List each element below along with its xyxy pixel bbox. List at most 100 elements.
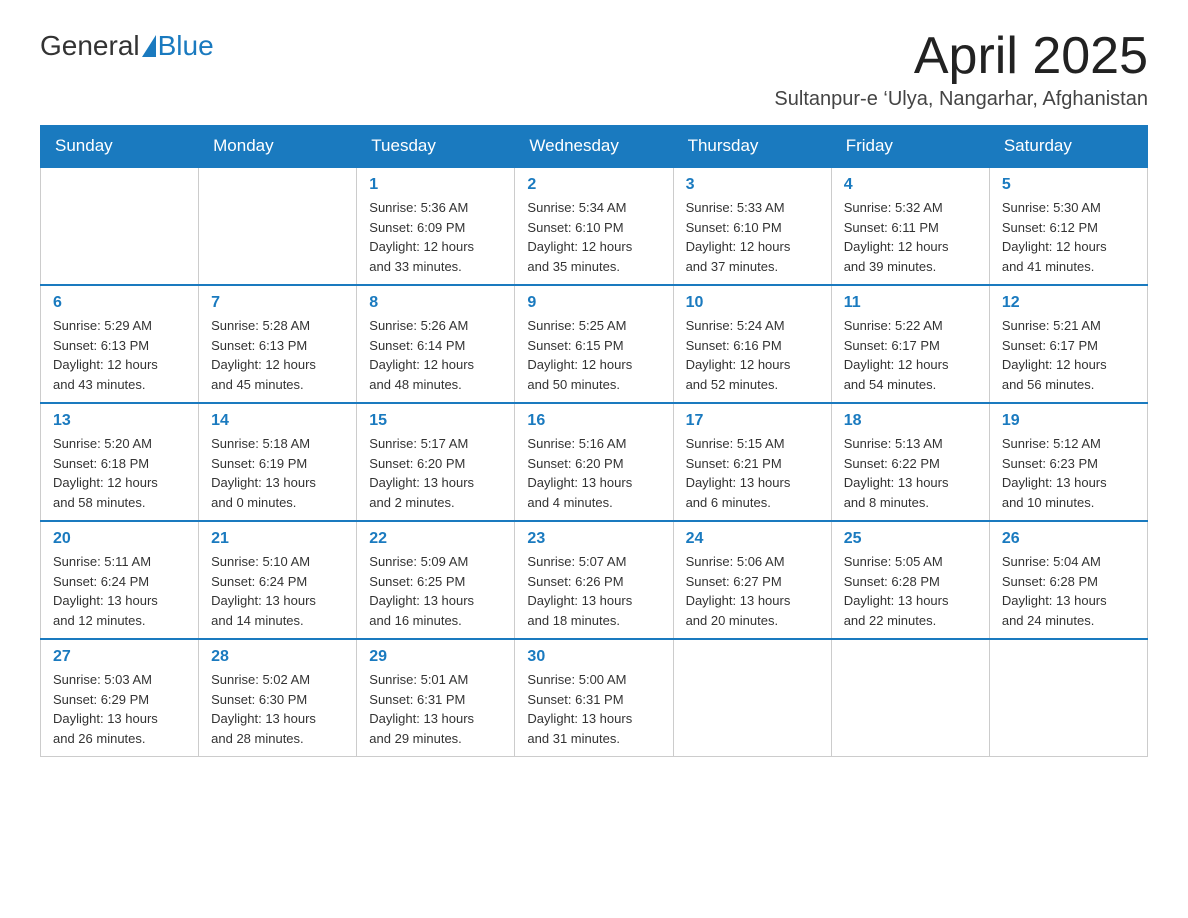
calendar-cell: 1 Sunrise: 5:36 AM Sunset: 6:09 PM Daylig…: [357, 167, 515, 285]
day-info: Sunrise: 5:13 AM Sunset: 6:22 PM Dayligh…: [844, 434, 977, 512]
calendar-cell: 24 Sunrise: 5:06 AM Sunset: 6:27 PM Dayli…: [673, 521, 831, 639]
calendar-table: SundayMondayTuesdayWednesdayThursdayFrid…: [40, 125, 1148, 757]
day-info: Sunrise: 5:22 AM Sunset: 6:17 PM Dayligh…: [844, 316, 977, 394]
weekday-header-sunday: Sunday: [41, 126, 199, 168]
calendar-cell: 21 Sunrise: 5:10 AM Sunset: 6:24 PM Dayli…: [199, 521, 357, 639]
day-info: Sunrise: 5:03 AM Sunset: 6:29 PM Dayligh…: [53, 670, 186, 748]
calendar-cell: 12Sunrise: 5:21 AM Sunset: 6:17 PM Dayli…: [989, 285, 1147, 403]
calendar-cell: [989, 639, 1147, 757]
day-number: 7: [211, 294, 344, 312]
calendar-cell: 23Sunrise: 5:07 AM Sunset: 6:26 PM Dayli…: [515, 521, 673, 639]
day-number: 9: [527, 294, 660, 312]
calendar-cell: 7 Sunrise: 5:28 AM Sunset: 6:13 PM Daylig…: [199, 285, 357, 403]
calendar-cell: [673, 639, 831, 757]
day-info: Sunrise: 5:10 AM Sunset: 6:24 PM Dayligh…: [211, 552, 344, 630]
day-info: Sunrise: 5:25 AM Sunset: 6:15 PM Dayligh…: [527, 316, 660, 394]
day-info: Sunrise: 5:33 AM Sunset: 6:10 PM Dayligh…: [686, 198, 819, 276]
weekday-header-saturday: Saturday: [989, 126, 1147, 168]
calendar-cell: 29Sunrise: 5:01 AM Sunset: 6:31 PM Dayli…: [357, 639, 515, 757]
location-subtitle: Sultanpur-e ‘Ulya, Nangarhar, Afghanista…: [774, 88, 1148, 111]
calendar-cell: 3 Sunrise: 5:33 AM Sunset: 6:10 PM Daylig…: [673, 167, 831, 285]
day-info: Sunrise: 5:07 AM Sunset: 6:26 PM Dayligh…: [527, 552, 660, 630]
day-info: Sunrise: 5:04 AM Sunset: 6:28 PM Dayligh…: [1002, 552, 1135, 630]
calendar-week-row: 1 Sunrise: 5:36 AM Sunset: 6:09 PM Daylig…: [41, 167, 1148, 285]
calendar-cell: 25Sunrise: 5:05 AM Sunset: 6:28 PM Dayli…: [831, 521, 989, 639]
day-info: Sunrise: 5:36 AM Sunset: 6:09 PM Dayligh…: [369, 198, 502, 276]
month-title: April 2025: [774, 30, 1148, 82]
calendar-cell: 15 Sunrise: 5:17 AM Sunset: 6:20 PM Dayli…: [357, 403, 515, 521]
calendar-cell: 14Sunrise: 5:18 AM Sunset: 6:19 PM Dayli…: [199, 403, 357, 521]
weekday-header-tuesday: Tuesday: [357, 126, 515, 168]
logo: General Blue: [40, 30, 214, 62]
calendar-cell: 10 Sunrise: 5:24 AM Sunset: 6:16 PM Dayli…: [673, 285, 831, 403]
day-info: Sunrise: 5:24 AM Sunset: 6:16 PM Dayligh…: [686, 316, 819, 394]
calendar-cell: 8 Sunrise: 5:26 AM Sunset: 6:14 PM Daylig…: [357, 285, 515, 403]
calendar-cell: 22 Sunrise: 5:09 AM Sunset: 6:25 PM Dayli…: [357, 521, 515, 639]
day-info: Sunrise: 5:11 AM Sunset: 6:24 PM Dayligh…: [53, 552, 186, 630]
day-info: Sunrise: 5:06 AM Sunset: 6:27 PM Dayligh…: [686, 552, 819, 630]
calendar-cell: 6Sunrise: 5:29 AM Sunset: 6:13 PM Daylig…: [41, 285, 199, 403]
calendar-cell: [831, 639, 989, 757]
day-number: 22: [369, 530, 502, 548]
calendar-cell: [41, 167, 199, 285]
day-number: 13: [53, 412, 186, 430]
calendar-cell: 9 Sunrise: 5:25 AM Sunset: 6:15 PM Daylig…: [515, 285, 673, 403]
day-number: 15: [369, 412, 502, 430]
day-info: Sunrise: 5:20 AM Sunset: 6:18 PM Dayligh…: [53, 434, 186, 512]
day-number: 10: [686, 294, 819, 312]
day-number: 5: [1002, 176, 1135, 194]
calendar-week-row: 27 Sunrise: 5:03 AM Sunset: 6:29 PM Dayli…: [41, 639, 1148, 757]
day-info: Sunrise: 5:17 AM Sunset: 6:20 PM Dayligh…: [369, 434, 502, 512]
day-number: 27: [53, 648, 186, 666]
day-number: 8: [369, 294, 502, 312]
day-number: 2: [527, 176, 660, 194]
calendar-cell: 20 Sunrise: 5:11 AM Sunset: 6:24 PM Dayli…: [41, 521, 199, 639]
day-info: Sunrise: 5:28 AM Sunset: 6:13 PM Dayligh…: [211, 316, 344, 394]
day-number: 14: [211, 412, 344, 430]
weekday-header-wednesday: Wednesday: [515, 126, 673, 168]
day-info: Sunrise: 5:30 AM Sunset: 6:12 PM Dayligh…: [1002, 198, 1135, 276]
calendar-cell: 11Sunrise: 5:22 AM Sunset: 6:17 PM Dayli…: [831, 285, 989, 403]
logo-triangle-icon: [142, 35, 156, 57]
day-info: Sunrise: 5:29 AM Sunset: 6:13 PM Dayligh…: [53, 316, 186, 394]
logo-blue-text: Blue: [158, 30, 214, 62]
day-info: Sunrise: 5:00 AM Sunset: 6:31 PM Dayligh…: [527, 670, 660, 748]
header-right: April 2025 Sultanpur-e ‘Ulya, Nangarhar,…: [774, 30, 1148, 111]
calendar-cell: 27 Sunrise: 5:03 AM Sunset: 6:29 PM Dayli…: [41, 639, 199, 757]
day-number: 1: [369, 176, 502, 194]
day-info: Sunrise: 5:21 AM Sunset: 6:17 PM Dayligh…: [1002, 316, 1135, 394]
day-number: 20: [53, 530, 186, 548]
calendar-cell: 18 Sunrise: 5:13 AM Sunset: 6:22 PM Dayli…: [831, 403, 989, 521]
day-number: 16: [527, 412, 660, 430]
calendar-week-row: 6Sunrise: 5:29 AM Sunset: 6:13 PM Daylig…: [41, 285, 1148, 403]
day-number: 17: [686, 412, 819, 430]
calendar-cell: 4Sunrise: 5:32 AM Sunset: 6:11 PM Daylig…: [831, 167, 989, 285]
day-number: 21: [211, 530, 344, 548]
weekday-header-thursday: Thursday: [673, 126, 831, 168]
day-number: 24: [686, 530, 819, 548]
calendar-week-row: 13 Sunrise: 5:20 AM Sunset: 6:18 PM Dayli…: [41, 403, 1148, 521]
day-number: 29: [369, 648, 502, 666]
day-number: 30: [527, 648, 660, 666]
day-number: 19: [1002, 412, 1135, 430]
day-info: Sunrise: 5:15 AM Sunset: 6:21 PM Dayligh…: [686, 434, 819, 512]
day-info: Sunrise: 5:26 AM Sunset: 6:14 PM Dayligh…: [369, 316, 502, 394]
day-info: Sunrise: 5:02 AM Sunset: 6:30 PM Dayligh…: [211, 670, 344, 748]
day-number: 3: [686, 176, 819, 194]
calendar-cell: 5 Sunrise: 5:30 AM Sunset: 6:12 PM Daylig…: [989, 167, 1147, 285]
day-info: Sunrise: 5:05 AM Sunset: 6:28 PM Dayligh…: [844, 552, 977, 630]
calendar-cell: 13 Sunrise: 5:20 AM Sunset: 6:18 PM Dayli…: [41, 403, 199, 521]
calendar-cell: 16Sunrise: 5:16 AM Sunset: 6:20 PM Dayli…: [515, 403, 673, 521]
page-header: General Blue April 2025 Sultanpur-e ‘Uly…: [40, 30, 1148, 111]
calendar-cell: 28 Sunrise: 5:02 AM Sunset: 6:30 PM Dayli…: [199, 639, 357, 757]
day-number: 4: [844, 176, 977, 194]
day-info: Sunrise: 5:09 AM Sunset: 6:25 PM Dayligh…: [369, 552, 502, 630]
day-number: 26: [1002, 530, 1135, 548]
day-info: Sunrise: 5:12 AM Sunset: 6:23 PM Dayligh…: [1002, 434, 1135, 512]
day-number: 28: [211, 648, 344, 666]
calendar-cell: 30 Sunrise: 5:00 AM Sunset: 6:31 PM Dayli…: [515, 639, 673, 757]
calendar-week-row: 20 Sunrise: 5:11 AM Sunset: 6:24 PM Dayli…: [41, 521, 1148, 639]
calendar-header-row: SundayMondayTuesdayWednesdayThursdayFrid…: [41, 126, 1148, 168]
day-number: 18: [844, 412, 977, 430]
calendar-cell: 26 Sunrise: 5:04 AM Sunset: 6:28 PM Dayli…: [989, 521, 1147, 639]
